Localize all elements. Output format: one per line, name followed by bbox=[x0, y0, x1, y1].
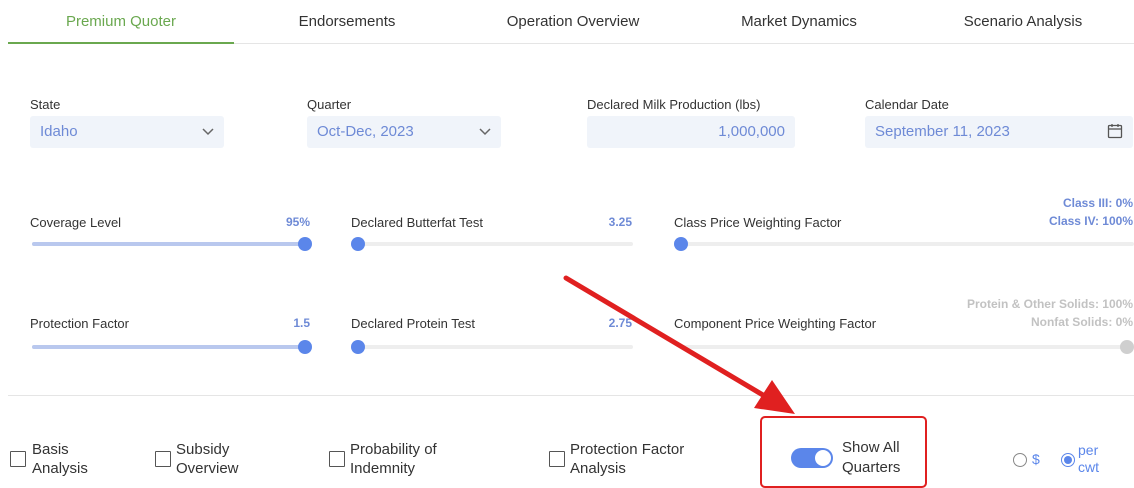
subsidy-overview-checkbox[interactable] bbox=[155, 451, 171, 467]
basis-analysis-checkbox[interactable] bbox=[10, 451, 26, 467]
tab-scenario-analysis[interactable]: Scenario Analysis bbox=[912, 0, 1134, 43]
probability-indemnity-line1: Probability of bbox=[350, 441, 437, 458]
component-value-1: Protein & Other Solids: 100% bbox=[966, 297, 1133, 311]
production-value: 1,000,000 bbox=[718, 123, 785, 140]
class-price-value-1: Class III: 0% bbox=[1062, 196, 1133, 210]
probability-indemnity-label[interactable]: Probability of Indemnity bbox=[350, 440, 437, 478]
protection-fill bbox=[32, 345, 305, 349]
tab-market-dynamics[interactable]: Market Dynamics bbox=[686, 0, 912, 43]
coverage-value: 95% bbox=[285, 215, 310, 229]
subsidy-overview-label[interactable]: Subsidy Overview bbox=[176, 440, 239, 478]
dollar-label[interactable]: $ bbox=[1032, 451, 1040, 468]
basis-analysis-line1: Basis bbox=[32, 441, 69, 458]
state-select[interactable]: Idaho bbox=[30, 116, 224, 148]
chevron-down-icon bbox=[479, 128, 491, 136]
production-label: Declared Milk Production (lbs) bbox=[587, 97, 761, 112]
per-cwt-label[interactable]: per cwt bbox=[1078, 442, 1099, 476]
protection-value: 1.5 bbox=[293, 316, 310, 330]
state-label: State bbox=[30, 97, 61, 112]
protection-slider[interactable] bbox=[32, 340, 312, 354]
subsidy-overview-line1: Subsidy bbox=[176, 441, 230, 458]
class-price-handle[interactable] bbox=[674, 237, 688, 251]
tab-endorsements[interactable]: Endorsements bbox=[234, 0, 460, 43]
section-divider bbox=[8, 395, 1134, 396]
protein-value: 2.75 bbox=[608, 316, 632, 330]
butterfat-value: 3.25 bbox=[608, 215, 632, 229]
calendar-icon[interactable] bbox=[1107, 123, 1123, 139]
protein-label: Declared Protein Test bbox=[351, 316, 476, 331]
basis-analysis-label[interactable]: Basis Analysis bbox=[32, 440, 88, 478]
per-cwt-line2: cwt bbox=[1078, 459, 1099, 475]
quarter-value: Oct-Dec, 2023 bbox=[317, 123, 414, 140]
class-price-slider[interactable] bbox=[674, 237, 1134, 251]
class-price-value-2: Class IV: 100% bbox=[1048, 214, 1133, 228]
protein-slider[interactable] bbox=[351, 340, 633, 354]
coverage-label: Coverage Level bbox=[30, 215, 122, 230]
basis-analysis-line2: Analysis bbox=[32, 460, 88, 477]
production-input[interactable]: 1,000,000 bbox=[587, 116, 795, 148]
date-label: Calendar Date bbox=[865, 97, 949, 112]
tab-operation-overview[interactable]: Operation Overview bbox=[460, 0, 686, 43]
quarter-select[interactable]: Oct-Dec, 2023 bbox=[307, 116, 501, 148]
dollar-radio[interactable] bbox=[1013, 453, 1027, 467]
subsidy-overview-line2: Overview bbox=[176, 460, 239, 477]
probability-indemnity-line2: Indemnity bbox=[350, 460, 416, 477]
coverage-handle[interactable] bbox=[298, 237, 312, 251]
coverage-slider[interactable] bbox=[32, 237, 312, 251]
protection-factor-analysis-checkbox[interactable] bbox=[549, 451, 565, 467]
protection-handle[interactable] bbox=[298, 340, 312, 354]
component-handle[interactable] bbox=[1120, 340, 1134, 354]
butterfat-handle[interactable] bbox=[351, 237, 365, 251]
chevron-down-icon bbox=[202, 128, 214, 136]
protection-factor-analysis-line1: Protection Factor bbox=[570, 441, 685, 458]
date-input[interactable]: September 11, 2023 bbox=[865, 116, 1133, 148]
butterfat-label: Declared Butterfat Test bbox=[351, 215, 483, 230]
state-value: Idaho bbox=[40, 123, 78, 140]
protection-factor-analysis-line2: Analysis bbox=[570, 460, 626, 477]
component-label: Component Price Weighting Factor bbox=[674, 316, 877, 331]
tab-premium-quoter[interactable]: Premium Quoter bbox=[8, 0, 234, 44]
protein-handle[interactable] bbox=[351, 340, 365, 354]
component-value-2: Nonfat Solids: 0% bbox=[1030, 315, 1133, 329]
per-cwt-radio[interactable] bbox=[1061, 453, 1075, 467]
per-cwt-line1: per bbox=[1078, 442, 1099, 458]
protection-label: Protection Factor bbox=[30, 316, 129, 331]
class-price-label: Class Price Weighting Factor bbox=[674, 215, 842, 230]
annotation-arrow bbox=[563, 275, 795, 414]
protection-factor-analysis-label[interactable]: Protection Factor Analysis bbox=[570, 440, 684, 478]
quarter-label: Quarter bbox=[307, 97, 352, 112]
probability-indemnity-checkbox[interactable] bbox=[329, 451, 345, 467]
date-value: September 11, 2023 bbox=[875, 123, 1010, 140]
component-slider[interactable] bbox=[681, 340, 1134, 354]
annotation-highlight-box bbox=[760, 416, 927, 488]
coverage-fill bbox=[32, 242, 305, 246]
butterfat-slider[interactable] bbox=[351, 237, 633, 251]
tab-bar: Premium Quoter Endorsements Operation Ov… bbox=[8, 0, 1134, 44]
